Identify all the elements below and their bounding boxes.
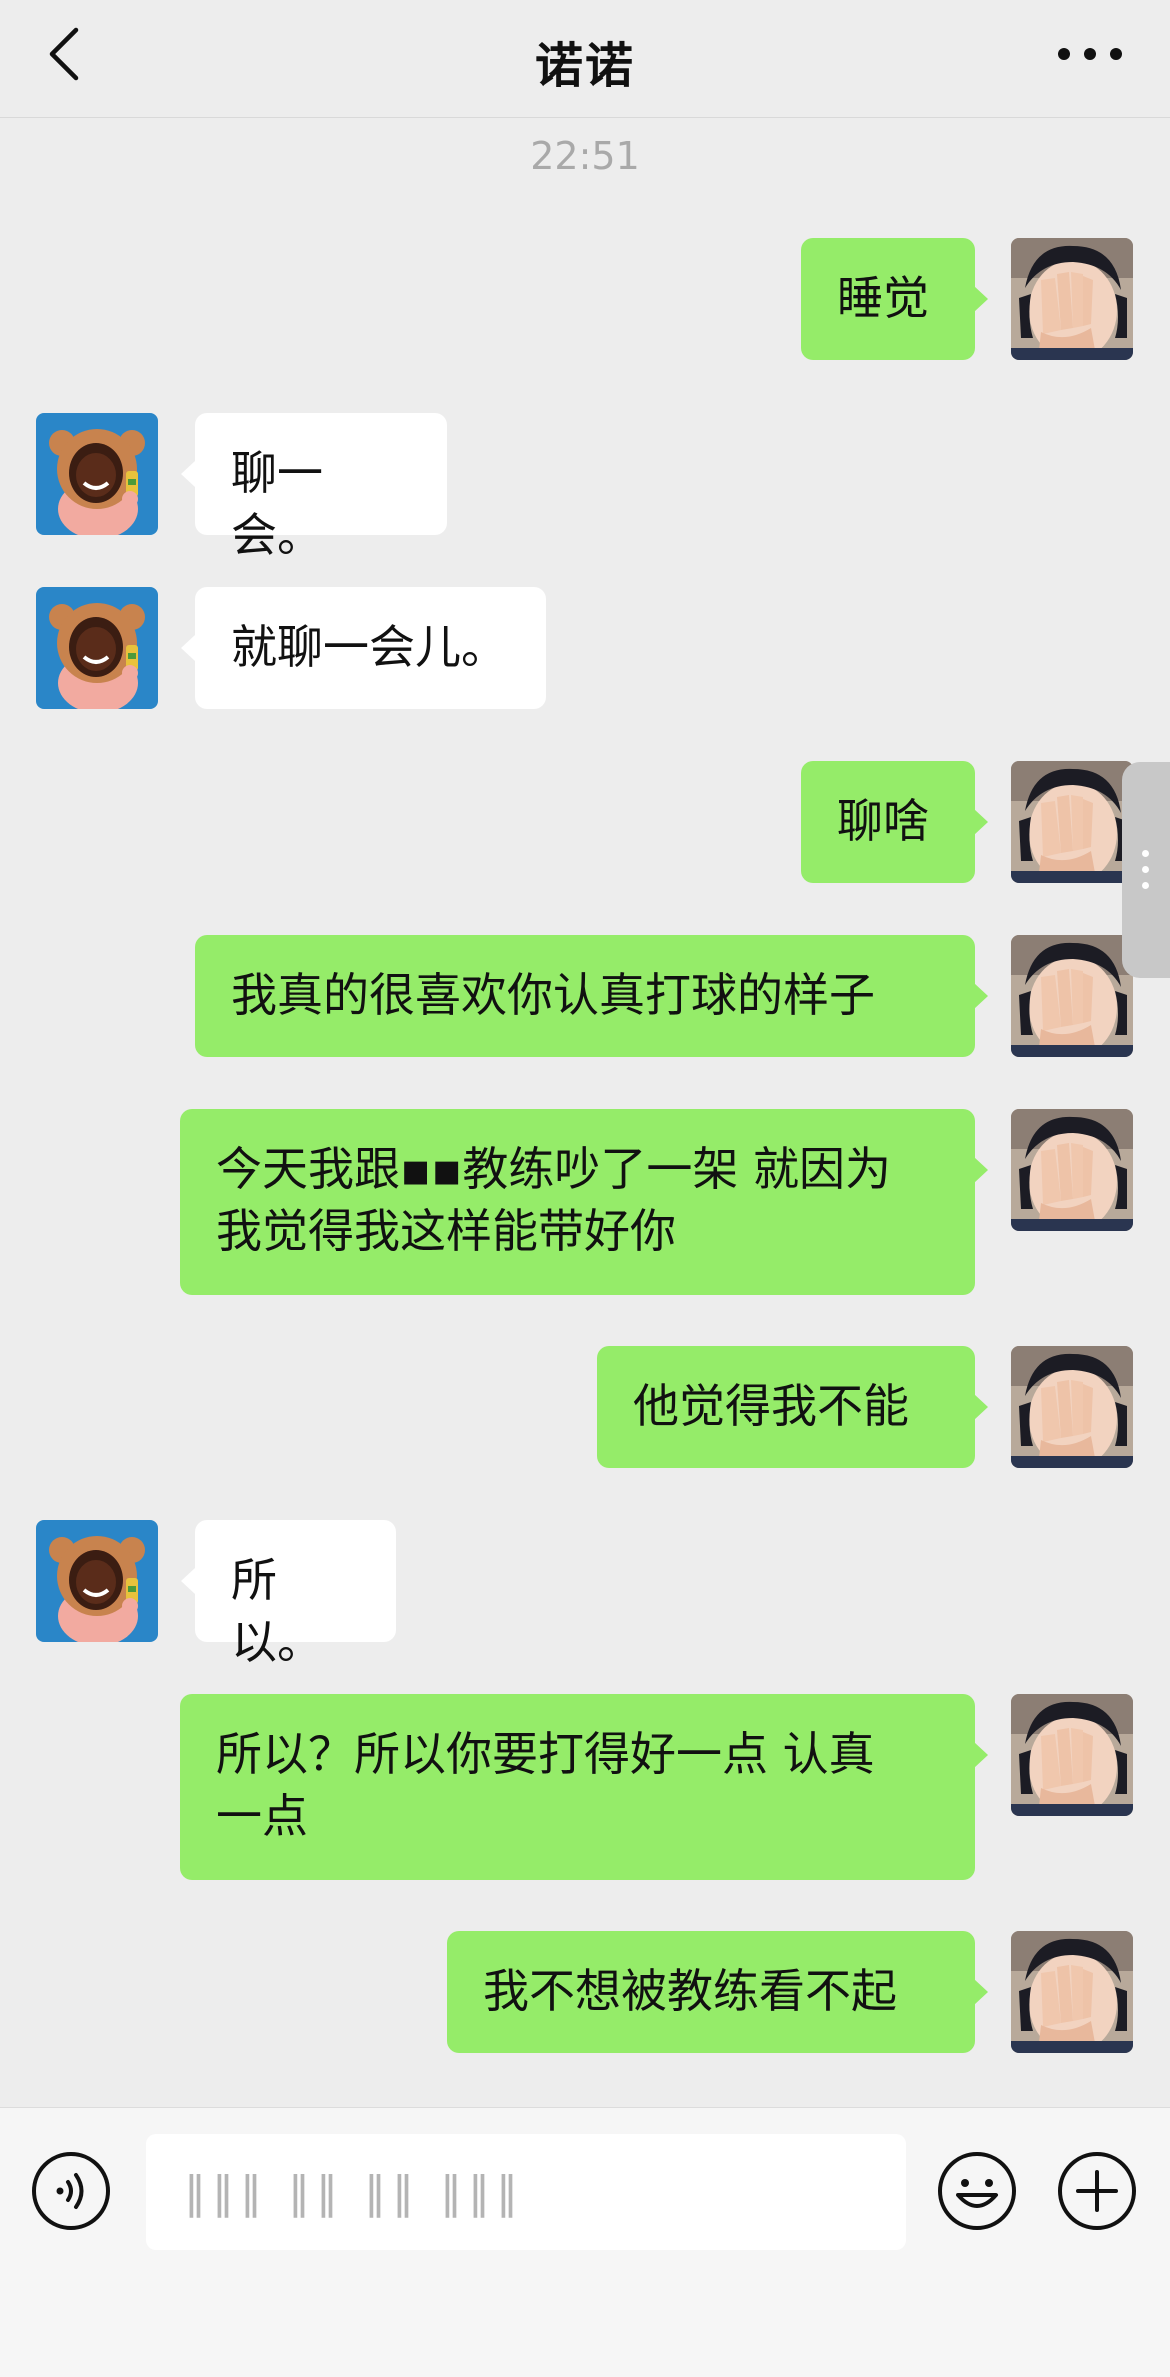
bubble-tail (974, 1394, 988, 1420)
bubble-tail (181, 1568, 195, 1594)
my-avatar[interactable] (1011, 761, 1133, 883)
bubble-tail (974, 286, 988, 312)
message-bubble[interactable]: 就聊一会儿。 (195, 587, 546, 709)
my-avatar[interactable] (1011, 1346, 1133, 1468)
scroll-handle[interactable] (1122, 762, 1170, 978)
contact-avatar[interactable] (36, 587, 158, 709)
voice-icon[interactable] (30, 2150, 112, 2232)
contact-avatar[interactable] (36, 1520, 158, 1642)
plus-icon[interactable] (1056, 2150, 1138, 2232)
chat-header: 诺诺 (0, 0, 1170, 118)
bubble-tail (974, 983, 988, 1009)
my-avatar[interactable] (1011, 238, 1133, 360)
emoji-icon[interactable] (936, 2150, 1018, 2232)
message-bubble[interactable]: 今天我跟▪▪教练吵了一架 就因为 我觉得我这样能带好你 (180, 1109, 975, 1295)
my-avatar[interactable] (1011, 1931, 1133, 2053)
message-timestamp: 22:51 (530, 134, 640, 178)
message-bubble[interactable]: 睡觉 (801, 238, 975, 360)
bubble-tail (974, 1157, 988, 1183)
message-bubble[interactable]: 聊啥 (801, 761, 975, 883)
message-bubble[interactable]: 我不想被教练看不起 (447, 1931, 975, 2053)
my-avatar[interactable] (1011, 1109, 1133, 1231)
chat-title: 诺诺 (534, 38, 635, 94)
message-bubble[interactable]: 聊一会。 (195, 413, 447, 562)
input-bar (0, 2107, 1170, 2377)
message-bubble[interactable]: 所以？所以你要打得好一点 认真 一点 (180, 1694, 975, 1880)
bubble-tail (974, 809, 988, 835)
my-avatar[interactable] (1011, 1694, 1133, 1816)
bubble-tail (974, 1742, 988, 1768)
my-avatar[interactable] (1011, 935, 1133, 1057)
more-dots-icon[interactable] (1050, 34, 1130, 74)
message-bubble[interactable]: 他觉得我不能 (597, 1346, 975, 1468)
contact-avatar[interactable] (36, 413, 158, 535)
bubble-tail (974, 1979, 988, 2005)
message-bubble[interactable]: 我真的很喜欢你认真打球的样子 (195, 935, 975, 1057)
message-bubble[interactable]: 所以。 (195, 1520, 396, 1669)
chat-screen: 诺诺 22:51 睡觉 聊一会。 就聊一会儿。 聊啥 我真的很喜欢你认真打球的样… (0, 0, 1170, 2377)
bubble-tail (181, 461, 195, 487)
message-input[interactable] (146, 2134, 906, 2250)
bubble-tail (181, 635, 195, 661)
